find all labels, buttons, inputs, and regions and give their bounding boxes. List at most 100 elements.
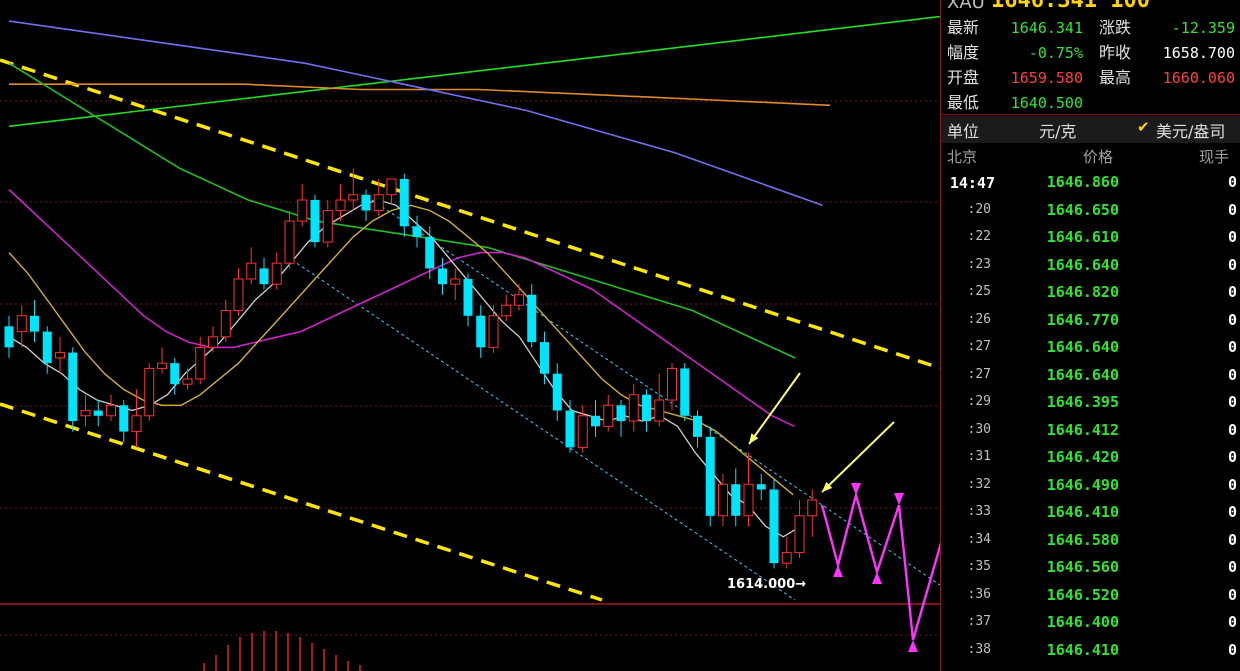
candle-body-down [642, 394, 651, 422]
tick-price: 1646.580 [1046, 530, 1119, 549]
tick-time: :35 [967, 559, 991, 574]
tick-price: 1646.560 [1046, 558, 1119, 576]
quote-key: 最新 [947, 18, 980, 37]
candle-body-down [552, 373, 562, 411]
quote-value: 1660.060 [1162, 69, 1235, 87]
ma-yellow [8, 204, 794, 496]
tick-time: :22 [967, 229, 991, 244]
candle-body-up [577, 415, 588, 448]
tick-volume: 0 [1227, 640, 1237, 659]
tick-row: :31 1646.420 0 [941, 445, 1240, 472]
candle-body-down [170, 363, 180, 385]
candle-body-up [386, 178, 397, 196]
tick-time: :38 [967, 641, 991, 657]
candle-body-up [488, 315, 499, 348]
tick-price: 1646.640 [1046, 338, 1119, 356]
candle-body-up [450, 278, 461, 285]
tick-row: :20 1646.650 0 [941, 198, 1240, 225]
candle-body-down [42, 331, 52, 364]
annotation-arrow [821, 421, 895, 493]
candle-body-up [373, 194, 384, 212]
tick-volume: 0 [1227, 200, 1237, 219]
tick-volume: 0 [1227, 503, 1237, 521]
tick-row: :36 1646.520 0 [941, 583, 1240, 610]
tick-price: 1646.860 [1046, 173, 1119, 191]
candle-body-down [680, 368, 690, 416]
tick-time: :37 [967, 614, 991, 629]
candle-body-down [259, 268, 269, 285]
tick-volume: 0 [1227, 475, 1237, 494]
candle-body-up [781, 552, 792, 564]
candle-body-up [603, 404, 614, 427]
candle-body-up [144, 367, 155, 417]
quote-key: 最低 [947, 93, 980, 112]
tick-volume: 0 [1227, 585, 1237, 604]
candle-body-down [30, 315, 39, 332]
annotation-arrow-head [749, 433, 759, 444]
upper-trendline [0, 58, 940, 370]
candle-body-down [591, 415, 600, 427]
quote-value: 1646.341 [1010, 19, 1083, 37]
quote-key: 最高 [1099, 68, 1132, 87]
quote-value: 1659.580 [1010, 69, 1083, 87]
tick-price: 1646.820 [1046, 283, 1119, 301]
tick-time: :23 [967, 256, 991, 272]
unit-alt-option[interactable]: 美元/盎司 [1156, 118, 1225, 142]
tick-row: :34 1646.580 0 [941, 528, 1240, 555]
candle-body-up [233, 278, 244, 312]
tick-price: 1646.640 [1046, 255, 1119, 274]
ticks-header-volume: 现手 [1199, 148, 1230, 166]
quote-key: 开盘 [947, 68, 980, 87]
candle-body-down [68, 352, 78, 422]
tick-time: :27 [967, 366, 991, 382]
tick-row: :27 1646.640 0 [941, 363, 1240, 390]
ma-blue [8, 20, 823, 207]
projection-arrowhead [851, 483, 861, 495]
ma-white [8, 199, 802, 538]
tick-time: :31 [967, 449, 991, 464]
candle-body-down [93, 410, 103, 416]
candle-body-up [743, 483, 754, 517]
tick-price: 1646.610 [1046, 228, 1119, 246]
tick-volume: 0 [1227, 338, 1237, 356]
candle-body-up [195, 346, 206, 380]
candle-body-down [616, 405, 626, 422]
tick-volume: 0 [1227, 255, 1237, 274]
ticks-header-city: 北京 [947, 148, 978, 166]
tick-row: :38 1646.410 0 [941, 638, 1240, 665]
tick-price: 1646.770 [1046, 310, 1119, 329]
candle-body-down [438, 268, 447, 285]
low-price-marker: 1614.000→ [727, 577, 806, 592]
divider [941, 114, 1240, 115]
candle-body-down [425, 236, 435, 269]
candle-body-up [654, 399, 665, 422]
tick-time: :26 [967, 311, 991, 327]
tick-price: 1646.650 [1046, 200, 1119, 219]
candle-body-down [4, 326, 14, 348]
candle-body-up [322, 210, 333, 243]
candle-body-up [182, 378, 193, 385]
projection-arrowhead [894, 493, 904, 505]
check-icon: ✔ [1137, 118, 1150, 136]
tick-volume: 0 [1227, 420, 1237, 439]
tick-row: :23 1646.640 0 [941, 253, 1240, 280]
tick-row: :22 1646.610 0 [941, 225, 1240, 252]
quote-value: 1658.700 [1162, 44, 1235, 62]
symbol-label: XAU [947, 0, 985, 13]
candle-body-up [106, 404, 116, 417]
candle-body-down [756, 484, 766, 490]
candle-body-down [527, 294, 537, 343]
lower-trendline [0, 402, 603, 602]
tick-price: 1646.520 [1046, 585, 1119, 604]
candle-body-up [55, 352, 65, 359]
tick-price: 1646.400 [1046, 613, 1119, 631]
tick-time: :20 [967, 201, 991, 217]
header-price: 1646.341 100 [991, 0, 1150, 13]
ticks-header-price: 价格 [1083, 148, 1114, 166]
tick-row: :32 1646.490 0 [941, 473, 1240, 500]
tick-volume: 0 [1227, 613, 1237, 631]
ma-long-green [8, 15, 940, 128]
tick-time: :25 [967, 284, 991, 299]
tick-time: :27 [967, 339, 991, 354]
unit-value[interactable]: 元/克 [1039, 118, 1076, 142]
